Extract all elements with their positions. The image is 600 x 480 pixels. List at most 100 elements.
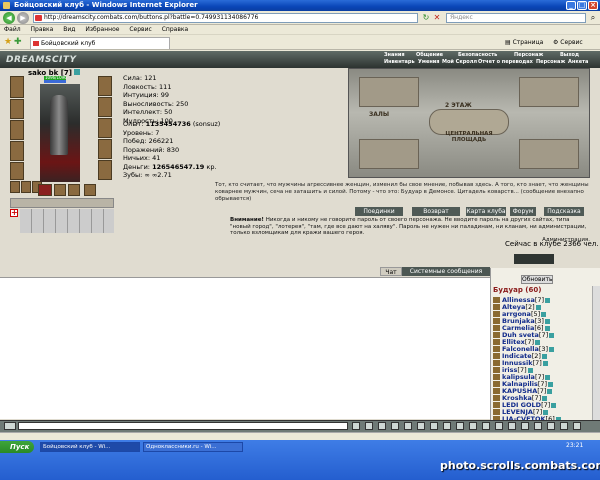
club-map-button[interactable]: Карта клуба [466, 207, 506, 216]
gloves-slot[interactable] [98, 76, 112, 96]
toolbar-action-icon[interactable] [547, 422, 555, 430]
club-map[interactable]: 2 ЭТАЖ ЦЕНТРАЛЬНАЯ ПЛОЩАДЬ ЗАЛЫ [348, 68, 590, 178]
sub-menu-inventory[interactable]: Инвентарь [384, 59, 415, 66]
toolbar-action-icon[interactable] [469, 422, 477, 430]
user-info-icon[interactable] [527, 367, 533, 373]
refresh-icon[interactable]: ↻ [421, 13, 431, 23]
user-info-icon[interactable] [551, 402, 557, 408]
user-info-icon[interactable] [544, 318, 550, 324]
maximize-button[interactable]: □ [577, 1, 587, 10]
toolbar-action-icon[interactable] [417, 422, 425, 430]
return-button[interactable]: Возврат [412, 207, 460, 216]
toolbar-action-icon[interactable] [560, 422, 568, 430]
toolbar-action-icon[interactable] [495, 422, 503, 430]
sub-menu-my-scroll[interactable]: Мой Скролл [442, 59, 477, 66]
toolbar-action-icon[interactable] [443, 422, 451, 430]
stop-icon[interactable]: ✕ [432, 13, 442, 23]
forum-button[interactable]: Форум [510, 207, 536, 216]
menu-help[interactable]: Справка [162, 26, 188, 33]
earrings-slot[interactable] [10, 99, 24, 119]
user-info-icon[interactable] [541, 353, 547, 359]
ring2-slot[interactable] [21, 181, 31, 193]
toolbar-action-icon[interactable] [508, 422, 516, 430]
top-menu-knowledge[interactable]: Знания [384, 52, 405, 59]
tab-system-messages[interactable]: Системные сообщения [402, 267, 490, 276]
helmet-slot[interactable] [10, 76, 24, 98]
sub-menu-skills[interactable]: Умения [418, 59, 440, 66]
chat-log[interactable] [0, 277, 490, 419]
user-info-icon[interactable] [543, 409, 549, 415]
user-info-icon[interactable] [541, 311, 547, 317]
toolbar-action-icon[interactable] [404, 422, 412, 430]
duels-button[interactable]: Поединки [355, 207, 403, 216]
page-menu-button[interactable]: ▤ Страница [505, 38, 543, 47]
menu-edit[interactable]: Правка [31, 26, 54, 33]
menu-favorites[interactable]: Избранное [85, 26, 119, 33]
user-info-icon[interactable] [545, 374, 551, 380]
toolbar-action-icon[interactable] [456, 422, 464, 430]
user-info-icon[interactable] [548, 381, 554, 387]
start-button[interactable]: Пуск [0, 441, 34, 453]
menu-tools[interactable]: Сервис [129, 26, 151, 33]
user-info-icon[interactable] [535, 339, 541, 345]
tab-fight-club[interactable]: Бойцовский клуб [30, 37, 170, 49]
boots-slot[interactable] [98, 160, 112, 180]
toolbar-action-icon[interactable] [573, 422, 581, 430]
belt-slot[interactable] [98, 139, 112, 159]
top-menu-exit[interactable]: Выход [560, 52, 579, 59]
pocket3-slot[interactable] [84, 184, 96, 196]
menu-file[interactable]: Файл [4, 26, 21, 33]
close-button[interactable]: × [588, 1, 598, 10]
armor-slot[interactable] [10, 162, 24, 180]
toolbar-action-icon[interactable] [521, 422, 529, 430]
user-info-icon[interactable] [544, 325, 550, 331]
heal-plus-icon[interactable]: + [10, 209, 18, 217]
user-info-icon[interactable] [545, 297, 551, 303]
weapon-slot[interactable] [10, 141, 24, 161]
toolbar-action-icon[interactable] [391, 422, 399, 430]
favorites-star-icon[interactable]: ★ [4, 37, 12, 47]
sub-menu-transfer-report[interactable]: Отчет о переводах [478, 59, 533, 66]
minimize-button[interactable]: _ [566, 1, 576, 10]
address-input[interactable]: http://dreamscity.combats.com/buttons.pl… [33, 13, 418, 23]
user-info-icon[interactable] [549, 346, 555, 352]
toolbar-action-icon[interactable] [365, 422, 373, 430]
toolbar-action-icon[interactable] [482, 422, 490, 430]
user-info-icon[interactable] [542, 395, 548, 401]
bracers-slot[interactable] [98, 118, 112, 138]
toolbar-action-icon[interactable] [378, 422, 386, 430]
forward-button[interactable]: ▶ [17, 12, 29, 24]
user-info-icon[interactable] [535, 304, 541, 310]
amulet-slot[interactable] [38, 184, 52, 196]
necklace-slot[interactable] [10, 120, 24, 140]
add-favorite-icon[interactable]: ✚ [14, 37, 22, 47]
tab-chat[interactable]: Чат [380, 267, 402, 276]
ring1-slot[interactable] [10, 181, 20, 193]
sub-menu-profile[interactable]: Анкета [568, 59, 588, 66]
info-icon[interactable] [74, 69, 81, 75]
toolbar-action-icon[interactable] [430, 422, 438, 430]
hint-button[interactable]: Подсказка [544, 207, 584, 216]
map-room-nw[interactable] [359, 77, 419, 107]
user-info-icon[interactable] [547, 388, 553, 394]
spell-slots[interactable] [20, 209, 114, 233]
shield-slot[interactable] [98, 97, 112, 117]
top-menu-communication[interactable]: Общение [416, 52, 443, 59]
toolbar-action-icon[interactable] [352, 422, 360, 430]
user-info-icon[interactable] [542, 360, 548, 366]
task-odnoklassniki[interactable]: Одноклассники.ru - Wi... [143, 442, 243, 452]
sub-menu-character[interactable]: Персонаж [536, 59, 565, 66]
map-room-se[interactable] [519, 139, 579, 169]
map-room-ne[interactable] [519, 77, 579, 107]
refresh-button[interactable]: Обновить [521, 275, 553, 284]
menu-view[interactable]: Вид [63, 26, 75, 33]
user-list-scrollbar[interactable] [592, 286, 600, 420]
search-icon[interactable]: ⌕ [588, 13, 598, 23]
user-info-icon[interactable] [549, 332, 555, 338]
pocket2-slot[interactable] [68, 184, 80, 196]
pocket1-slot[interactable] [54, 184, 66, 196]
map-room-sw[interactable] [359, 139, 419, 169]
chat-mode-icon[interactable] [4, 422, 16, 430]
chat-input[interactable] [18, 422, 348, 430]
back-button[interactable]: ◀ [3, 12, 15, 24]
